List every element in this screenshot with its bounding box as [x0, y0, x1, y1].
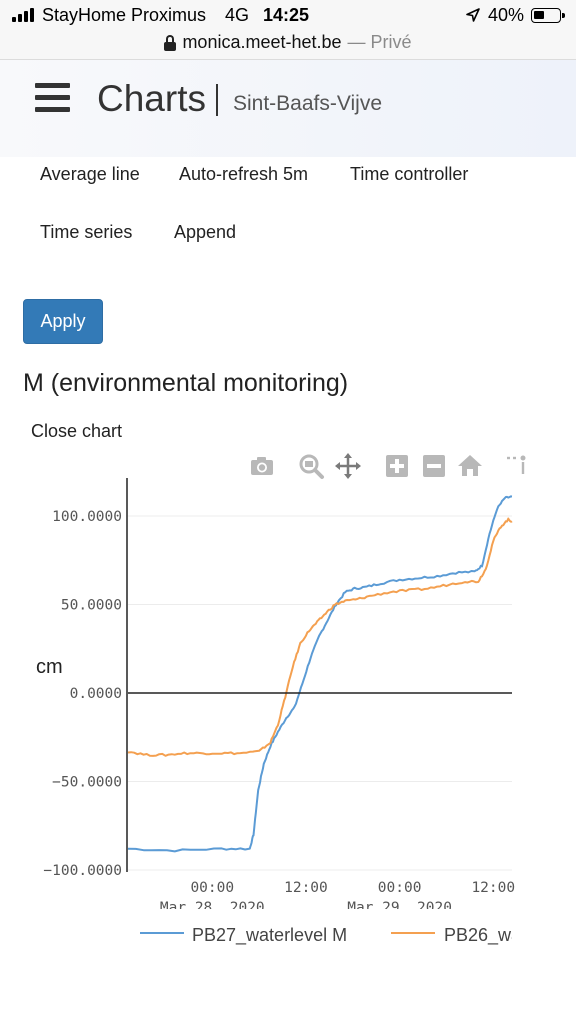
page-title: Charts	[97, 78, 206, 119]
status-time: 14:25	[263, 5, 310, 25]
location-icon	[466, 8, 480, 22]
signal-icon	[12, 8, 34, 22]
carrier-name: StayHome Proximus	[42, 5, 207, 25]
y-tick-label: 0.0000	[70, 686, 122, 702]
status-bar: StayHome Proximus 4G 14:25 40%	[0, 0, 576, 30]
page-subtitle: Sint-Baafs-Vijve	[233, 92, 383, 115]
append-toggle[interactable]: Append	[174, 222, 236, 243]
app-header: Charts Sint-Baafs-Vijve	[0, 60, 576, 157]
legend-clip-mask	[512, 915, 576, 955]
series-line-pb26[interactable]	[127, 517, 513, 757]
url-separator: — Privé	[348, 32, 412, 53]
waterlevel-chart[interactable]: 100.0000 50.0000 0.0000 −50.0000 −100.0000 cm…	[0, 470, 576, 990]
time-series-toggle[interactable]: Time series	[40, 222, 132, 243]
header-divider	[216, 84, 218, 116]
url-domain: monica.meet-het.be	[182, 32, 342, 52]
menu-icon[interactable]	[35, 83, 70, 113]
y-tick-label: 50.0000	[61, 598, 122, 614]
url-dash: —	[347, 32, 371, 52]
x-tick-label: 00:00	[190, 880, 234, 896]
y-axis-title: cm	[36, 656, 63, 678]
date-label-mask	[0, 909, 576, 921]
battery-percentage: 40%	[488, 5, 525, 25]
y-tick-label: 100.0000	[52, 509, 122, 525]
y-tick-label: −50.0000	[52, 775, 122, 791]
auto-refresh-toggle[interactable]: Auto-refresh 5m	[179, 164, 308, 185]
network-type: 4G	[225, 5, 250, 25]
url-bar[interactable]: monica.meet-het.be — Privé	[0, 30, 576, 60]
section-title: M (environmental monitoring)	[23, 369, 349, 397]
series-line-pb27[interactable]	[127, 495, 513, 853]
close-chart-link[interactable]: Close chart	[31, 421, 122, 442]
legend-label[interactable]: PB27_waterlevel M	[192, 925, 347, 946]
lock-icon	[164, 34, 177, 51]
time-controller-toggle[interactable]: Time controller	[350, 164, 468, 185]
private-mode-label: Privé	[370, 32, 412, 52]
average-line-toggle[interactable]: Average line	[40, 164, 140, 185]
x-tick-label: 12:00	[471, 880, 515, 896]
x-tick-label: 12:00	[284, 880, 328, 896]
x-tick-label: 00:00	[378, 880, 422, 896]
battery-icon	[531, 8, 565, 23]
apply-button[interactable]: Apply	[23, 299, 103, 344]
y-tick-label: −100.0000	[43, 863, 122, 879]
